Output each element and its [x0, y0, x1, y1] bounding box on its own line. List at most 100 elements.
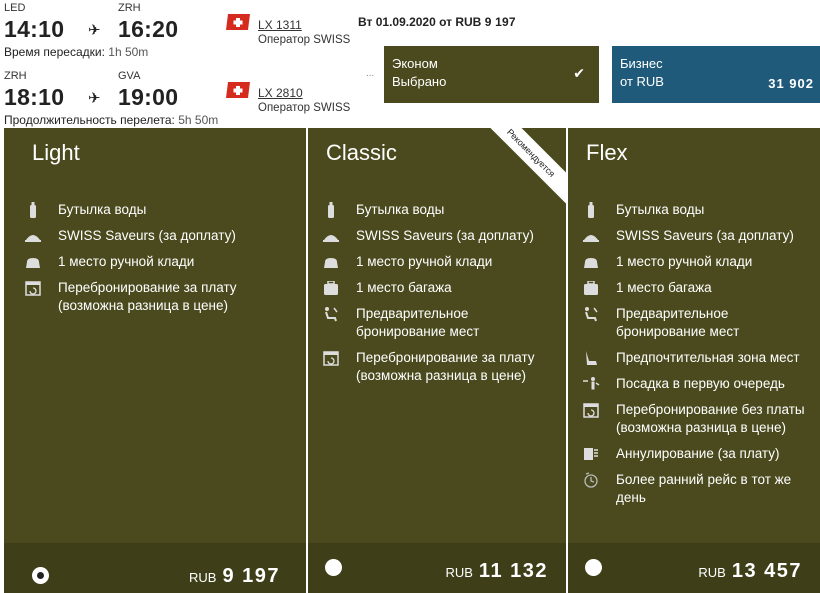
- fare-select-bar[interactable]: RUB 13 457: [568, 543, 820, 593]
- fare-column-light[interactable]: Light Бутылка воды SWISS Saveurs (за допл…: [4, 128, 306, 593]
- feature-text: Более ранний рейс в тот же день: [616, 472, 792, 505]
- separator-dots: ...: [366, 68, 375, 79]
- arrival-time: 16:20: [118, 16, 179, 42]
- recommended-ribbon: Рекомендуется: [477, 128, 566, 207]
- feature-item: Аннулирование (за плату): [582, 445, 810, 463]
- feature-text: SWISS Saveurs (за доплату): [58, 228, 236, 243]
- feature-text: SWISS Saveurs (за доплату): [616, 228, 794, 243]
- business-label: Бизнес: [620, 56, 663, 71]
- date-price-summary: Вт 01.09.2020 от RUB 9 197: [358, 15, 516, 29]
- departure-airport-code: LED: [4, 2, 26, 14]
- departure-time: 18:10: [4, 84, 65, 110]
- feature-list: Бутылка воды SWISS Saveurs (за доплату) 1 …: [582, 201, 810, 515]
- airplane-icon: ✈: [88, 90, 101, 107]
- food-tray-icon: [24, 228, 42, 244]
- suitcase-icon: [582, 280, 600, 296]
- calendar-change-icon: [24, 280, 42, 296]
- feature-item: Предварительное бронирование мест: [582, 305, 810, 341]
- feature-item: 1 место ручной клади: [24, 253, 296, 271]
- hand-baggage-icon: [24, 254, 42, 270]
- priority-boarding-icon: [582, 376, 600, 392]
- feature-item: Перебронирование за плату (возможна разн…: [24, 279, 296, 315]
- feature-item: Более ранний рейс в тот же день: [582, 471, 810, 507]
- fare-title: Light: [32, 140, 80, 165]
- fare-price: RUB 9 197: [188, 565, 280, 587]
- water-bottle-icon: [582, 202, 600, 218]
- checkmark-icon: ✔: [573, 65, 585, 81]
- feature-text: 1 место багажа: [616, 280, 712, 295]
- fare-radio-button[interactable]: [325, 559, 342, 576]
- feature-text: 1 место ручной клади: [58, 254, 195, 269]
- fare-title: Classic: [326, 140, 397, 165]
- preferred-seat-icon: [582, 350, 600, 366]
- fare-price: RUB 13 457: [698, 560, 802, 582]
- feature-text: Бутылка воды: [616, 202, 705, 217]
- airplane-icon: ✈: [88, 22, 101, 39]
- economy-label: Эконом: [392, 56, 438, 71]
- feature-item: Предпочтительная зона мест: [582, 349, 810, 367]
- operator-label: Оператор SWISS: [258, 102, 351, 114]
- feature-list: Бутылка воды SWISS Saveurs (за доплату) 1 …: [322, 201, 556, 393]
- departure-time: 14:10: [4, 16, 65, 42]
- carrier-info-2: LX 2810 Оператор SWISS: [226, 82, 366, 118]
- feature-text: 1 место ручной клади: [616, 254, 753, 269]
- arrival-airport-code: GVA: [118, 70, 141, 82]
- fare-select-bar[interactable]: RUB 11 132: [308, 543, 566, 593]
- departure-airport-code: ZRH: [4, 70, 27, 82]
- feature-text: Предпочтительная зона мест: [616, 350, 800, 365]
- feature-text: Предварительное бронирование мест: [616, 306, 740, 339]
- feature-item: 1 место багажа: [322, 279, 556, 297]
- fare-title: Flex: [586, 140, 628, 165]
- feature-item: 1 место багажа: [582, 279, 810, 297]
- cancel-ticket-icon: [582, 446, 600, 462]
- carrier-info-1: LX 1311 Оператор SWISS: [226, 14, 366, 50]
- hand-baggage-icon: [582, 254, 600, 270]
- food-tray-icon: [582, 228, 600, 244]
- feature-item: SWISS Saveurs (за доплату): [322, 227, 556, 245]
- fare-column-classic[interactable]: Classic Рекомендуется Бутылка воды SWISS …: [308, 128, 566, 593]
- feature-item: Перебронирование без платы (возможна раз…: [582, 401, 810, 437]
- fare-radio-button[interactable]: [585, 559, 602, 576]
- feature-text: 1 место ручной клади: [356, 254, 493, 269]
- feature-item: Перебронирование за плату (возможна разн…: [322, 349, 556, 385]
- business-price: 31 902: [768, 76, 814, 91]
- swiss-logo-icon: [226, 14, 250, 30]
- feature-text: Бутылка воды: [58, 202, 147, 217]
- hand-baggage-icon: [322, 254, 340, 270]
- fare-select-bar[interactable]: RUB 9 197: [4, 543, 306, 593]
- business-fare-tab[interactable]: Бизнес от RUB 31 902: [612, 46, 820, 103]
- feature-text: Аннулирование (за плату): [616, 446, 780, 461]
- early-flight-icon: [582, 472, 600, 488]
- feature-text: Перебронирование за плату (возможна разн…: [356, 350, 535, 383]
- feature-text: 1 место багажа: [356, 280, 452, 295]
- feature-item: Предварительное бронирование мест: [322, 305, 556, 341]
- fare-price: RUB 11 132: [445, 560, 548, 582]
- seat-select-icon: [582, 306, 600, 322]
- calendar-change-icon: [322, 350, 340, 366]
- fare-radio-button[interactable]: [32, 567, 49, 584]
- water-bottle-icon: [322, 202, 340, 218]
- feature-item: Посадка в первую очередь: [582, 375, 810, 393]
- water-bottle-icon: [24, 202, 42, 218]
- feature-text: Бутылка воды: [356, 202, 445, 217]
- feature-item: Бутылка воды: [322, 201, 556, 219]
- food-tray-icon: [322, 228, 340, 244]
- feature-item: 1 место ручной клади: [322, 253, 556, 271]
- feature-item: Бутылка воды: [582, 201, 810, 219]
- feature-text: SWISS Saveurs (за доплату): [356, 228, 534, 243]
- economy-status: Выбрано: [392, 74, 447, 89]
- operator-label: Оператор SWISS: [258, 34, 351, 46]
- feature-list: Бутылка воды SWISS Saveurs (за доплату) 1 …: [24, 201, 296, 323]
- swiss-logo-icon: [226, 82, 250, 98]
- feature-text: Посадка в первую очередь: [616, 376, 785, 391]
- feature-text: Перебронирование без платы (возможна раз…: [616, 402, 805, 435]
- flight-number-link[interactable]: LX 2810: [258, 86, 303, 100]
- feature-text: Перебронирование за плату (возможна разн…: [58, 280, 237, 313]
- fare-column-flex[interactable]: Flex Бутылка воды SWISS Saveurs (за допла…: [568, 128, 820, 593]
- economy-fare-tab[interactable]: Эконом Выбрано ✔: [384, 46, 599, 103]
- feature-item: 1 место ручной клади: [582, 253, 810, 271]
- arrival-airport-code: ZRH: [118, 2, 141, 14]
- flight-number-link[interactable]: LX 1311: [258, 18, 302, 32]
- feature-item: SWISS Saveurs (за доплату): [24, 227, 296, 245]
- suitcase-icon: [322, 280, 340, 296]
